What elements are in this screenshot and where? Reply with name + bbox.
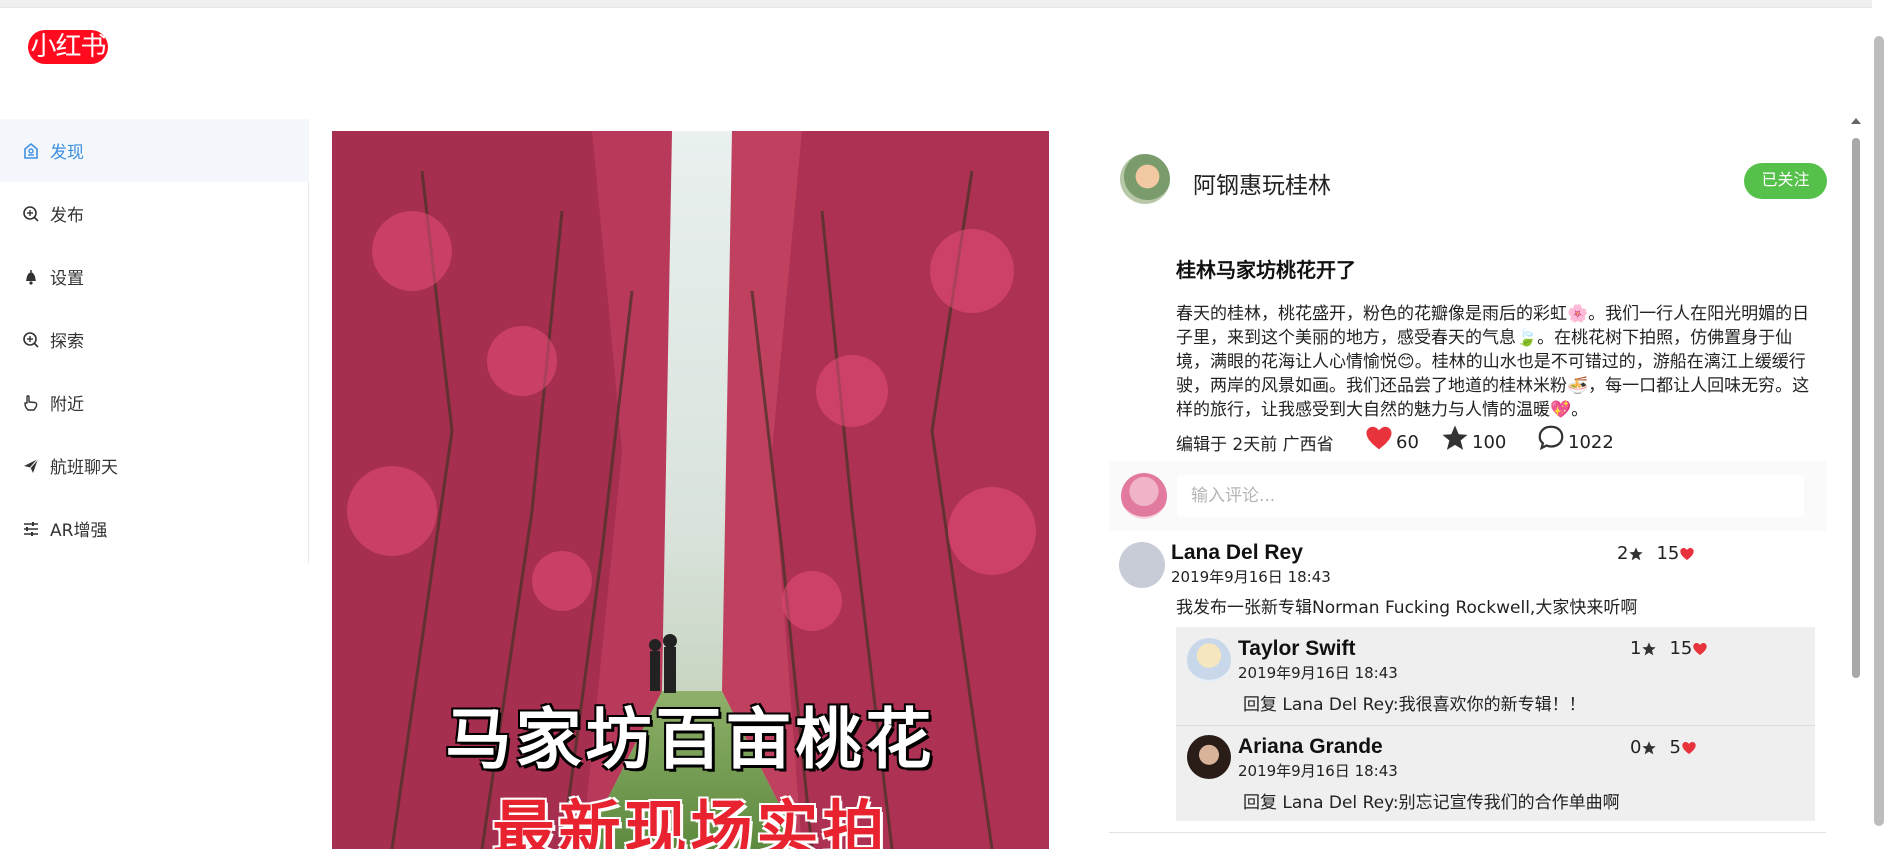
reply-time: 2019年9月16日 18:43 — [1238, 664, 1398, 682]
post-meta: 编辑于 2天前 广西省 — [1176, 435, 1334, 455]
commenter-name[interactable]: Lana Del Rey — [1171, 541, 1303, 565]
sidebar-item-label: 发现 — [50, 143, 84, 163]
reply-like-count: 5 — [1669, 737, 1681, 758]
star-icon[interactable] — [1628, 546, 1644, 562]
like-count: 60 — [1396, 432, 1419, 453]
sidebar-item-label: AR增强 — [50, 521, 108, 541]
window-top-edge — [0, 0, 1900, 8]
like-stat[interactable]: 60 — [1364, 423, 1419, 453]
comment-input-bar — [1109, 461, 1826, 531]
star-count: 100 — [1472, 432, 1507, 453]
post-photo[interactable]: 马家坊百亩桃花 最新现场实拍 — [332, 131, 1049, 849]
hand-icon — [22, 394, 40, 412]
app-logo[interactable]: 小红书 — [28, 30, 108, 64]
detail-scrollbar-thumb[interactable] — [1852, 138, 1860, 678]
reply-author-name[interactable]: Ariana Grande — [1238, 735, 1383, 759]
post-title: 桂林马家坊桃花开了 — [1176, 258, 1356, 282]
heart-icon[interactable] — [1692, 641, 1708, 657]
sidebar-item-discover[interactable]: 发现 — [0, 119, 309, 182]
sidebar-item-explore[interactable]: 探索 — [0, 308, 309, 371]
page-scrollbar[interactable] — [1872, 0, 1900, 849]
comment-divider — [1109, 832, 1826, 833]
bell-icon — [22, 268, 40, 286]
reply-star-count: 1 — [1630, 638, 1642, 659]
sidebar-item-settings[interactable]: 设置 — [0, 245, 309, 308]
sliders-icon — [22, 520, 40, 538]
sidebar-item-label: 发布 — [50, 206, 84, 226]
sidebar-item-nearby[interactable]: 附近 — [0, 371, 309, 434]
comment-bubble-icon — [1538, 425, 1564, 451]
author-avatar[interactable] — [1120, 154, 1170, 204]
detail-scrollbar[interactable] — [1850, 118, 1862, 849]
reply-text: 回复 Lana Del Rey:我很喜欢你的新专辑！！ — [1243, 695, 1586, 715]
app-page: 小红书 发现 发布 设置 探索 附近 航班聊天 AR增强 马家坊百亩桃花 最新现… — [0, 0, 1900, 849]
reply-stats: 1 15 — [1630, 638, 1708, 659]
star-icon[interactable] — [1641, 641, 1657, 657]
sidebar: 发现 发布 设置 探索 附近 航班聊天 AR增强 — [0, 119, 309, 563]
post-body: 春天的桂林，桃花盛开，粉色的花瓣像是雨后的彩虹🌸。我们一行人在阳光明媚的日子里，… — [1176, 304, 1810, 420]
reply-author-name[interactable]: Taylor Swift — [1238, 637, 1355, 661]
explore-icon — [22, 331, 40, 349]
page-scrollbar-thumb[interactable] — [1874, 36, 1884, 826]
reply-time: 2019年9月16日 18:43 — [1238, 762, 1398, 780]
reply-stats: 0 5 — [1630, 737, 1697, 758]
publish-icon — [22, 205, 40, 223]
follow-button[interactable]: 已关注 — [1744, 163, 1827, 199]
scroll-up-arrow-icon[interactable] — [1851, 118, 1861, 124]
sidebar-item-flight-chat[interactable]: 航班聊天 — [0, 434, 309, 497]
send-icon — [22, 457, 40, 475]
comment-stats: 2 15 — [1617, 543, 1695, 564]
star-stat[interactable]: 100 — [1440, 423, 1506, 453]
sidebar-item-label: 设置 — [50, 269, 84, 289]
reply-divider — [1176, 725, 1815, 726]
heart-icon[interactable] — [1679, 546, 1695, 562]
comment-time: 2019年9月16日 18:43 — [1171, 568, 1331, 586]
photo-caption-sub: 最新现场实拍 — [492, 793, 889, 849]
sidebar-item-label: 航班聊天 — [50, 458, 118, 478]
reply-star-count: 0 — [1630, 737, 1642, 758]
current-user-avatar[interactable] — [1121, 473, 1167, 519]
sidebar-item-publish[interactable]: 发布 — [0, 182, 309, 245]
commenter-avatar[interactable] — [1119, 542, 1165, 588]
reply-text: 回复 Lana Del Rey:别忘记宣传我们的合作单曲啊 — [1243, 793, 1620, 813]
author-name[interactable]: 阿钢惠玩桂林 — [1193, 166, 1331, 200]
comment-stat[interactable]: 1022 — [1536, 423, 1614, 453]
heart-icon[interactable] — [1681, 740, 1697, 756]
sidebar-item-label: 探索 — [50, 332, 84, 352]
star-icon — [1442, 425, 1468, 450]
star-icon[interactable] — [1641, 740, 1657, 756]
comment-input[interactable] — [1177, 475, 1804, 517]
sidebar-item-label: 附近 — [50, 395, 84, 415]
reply-avatar[interactable] — [1187, 735, 1231, 779]
sidebar-item-ar[interactable]: AR增强 — [0, 497, 309, 560]
comment-count: 1022 — [1568, 432, 1614, 453]
discover-icon — [22, 142, 40, 160]
comment-star-count: 2 — [1617, 543, 1629, 564]
heart-icon — [1366, 426, 1392, 450]
comment-like-count: 15 — [1656, 543, 1680, 564]
reply-like-count: 15 — [1669, 638, 1693, 659]
reply-avatar[interactable] — [1187, 638, 1231, 682]
photo-caption-main: 马家坊百亩桃花 — [445, 701, 936, 778]
comment-text: 我发布一张新专辑Norman Fucking Rockwell,大家快来听啊 — [1176, 598, 1638, 618]
